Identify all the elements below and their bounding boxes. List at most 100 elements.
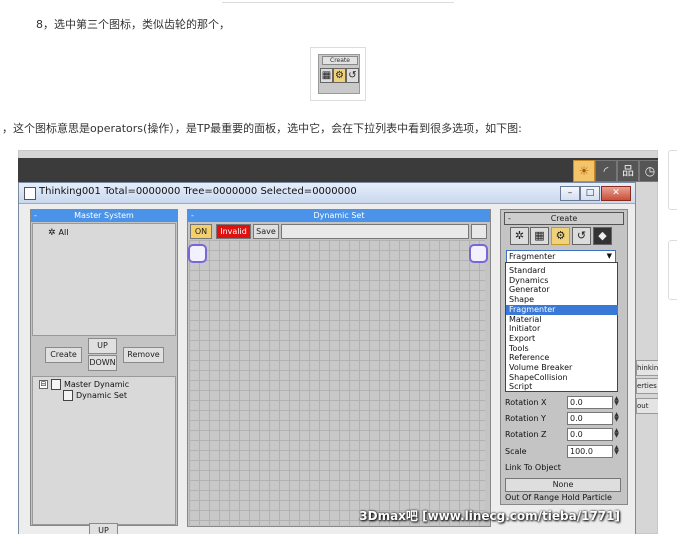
dynamic-set-extra-button[interactable] [471, 224, 487, 239]
right-port-node[interactable] [469, 244, 488, 263]
none-button[interactable]: None [505, 478, 621, 492]
window-titlebar: Thinking001 Total=0000000 Tree=0000000 S… [19, 183, 635, 204]
tree-item-label: Master Dynamic [64, 380, 130, 389]
rotation-z-label: Rotation Z [505, 430, 547, 439]
tool-icon[interactable]: ↺ [572, 227, 591, 245]
rotation-y-label: Rotation Y [505, 414, 546, 423]
link-to-object-label: Link To Object [505, 463, 561, 472]
spinner-icon[interactable]: ▲ ▼ [613, 445, 620, 456]
right-edge-tab [668, 150, 677, 210]
watermark: 3Dmax吧 [www.linecg.com/tieba/1771] [359, 509, 620, 523]
clock-icon[interactable]: ◷ [639, 160, 658, 182]
dynamic-set-title: Dynamic Set [313, 211, 365, 220]
save-button[interactable]: Save [253, 224, 279, 239]
out-of-range-label: Out Of Range Hold Particle [505, 493, 612, 502]
create-button[interactable]: Create [45, 347, 82, 363]
network-icon: ✲ [48, 228, 56, 238]
chevron-down-icon: ▼ [606, 252, 612, 260]
dropdown-option[interactable]: Script [506, 382, 618, 392]
close-button[interactable]: ✕ [601, 186, 631, 201]
dropdown-option[interactable]: ShapeCollision [506, 373, 618, 383]
left-port-node[interactable] [188, 244, 207, 263]
rotation-y-input[interactable]: 0.0 [567, 412, 613, 425]
grid-icon[interactable]: ▦ [530, 227, 549, 245]
top-divider [222, 0, 454, 3]
dropdown-option[interactable]: Tools [506, 344, 618, 354]
curve-icon[interactable]: ◜ [595, 160, 617, 182]
cube-icon[interactable]: ◆ [593, 227, 612, 245]
dynamic-set-panel: - Dynamic Set ON Invalid Save [187, 209, 491, 527]
rotation-x-label: Rotation X [505, 398, 547, 407]
folder-icon [51, 379, 61, 390]
dropdown-option[interactable]: Dynamics [506, 276, 618, 286]
dropdown-option[interactable]: Volume Breaker [506, 363, 618, 373]
master-system-title: Master System [74, 211, 134, 220]
window-title: Thinking001 Total=0000000 Tree=0000000 S… [39, 186, 357, 197]
create-panel-header[interactable]: - Create [504, 212, 624, 225]
background-label: erties [636, 378, 658, 394]
on-toggle[interactable]: ON [190, 224, 212, 239]
dropdown-option[interactable]: Reference [506, 353, 618, 363]
dropdown-option[interactable]: Fragmenter [506, 304, 618, 315]
create-panel-thumbnail: Create ▦ ⚙ ↺ [310, 47, 366, 101]
operator-options-list[interactable]: Standard Dynamics Generator Shape Fragmenter… [505, 262, 618, 392]
scale-input[interactable]: 100.0 [567, 445, 613, 458]
gear-icon[interactable]: ⚙ [551, 227, 570, 245]
network-icon[interactable]: ✲ [510, 227, 529, 245]
background-label: hinking [636, 360, 658, 376]
invalid-button[interactable]: Invalid [216, 224, 251, 239]
background-label: out [636, 398, 658, 414]
step-instruction: 8，选中第三个图标，类似齿轮的那个， [36, 18, 230, 31]
dropdown-option[interactable]: Material [506, 315, 618, 325]
dropdown-value: Fragmenter [509, 252, 556, 261]
right-edge-tab-lower [668, 240, 677, 300]
dynamic-tree[interactable]: ⊟ Master Dynamic Dynamic Set [32, 376, 176, 525]
down-button[interactable]: DOWN [88, 355, 117, 371]
thumbnail-gear-icon: ⚙ [333, 68, 346, 83]
maximize-button[interactable]: □ [580, 186, 600, 201]
tree-item-dynamic-set[interactable]: Dynamic Set [63, 390, 127, 401]
dropdown-option[interactable]: Initiator [506, 324, 618, 334]
thumbnail-title: Create [322, 56, 358, 65]
master-system-tree[interactable]: ✲ All [32, 223, 176, 336]
dropdown-option[interactable]: Export [506, 334, 618, 344]
thinking-particles-screenshot: ☀ ◜ 品 ◷ hinking erties out Thinking001 T… [18, 150, 658, 534]
up-button[interactable]: UP [88, 338, 117, 354]
spinner-icon[interactable]: ▲ ▼ [613, 396, 620, 407]
tree-item-label: All [58, 228, 69, 237]
dynamic-set-icon [63, 390, 73, 401]
rotation-x-input[interactable]: 0.0 [567, 396, 613, 409]
thinking-window: Thinking001 Total=0000000 Tree=0000000 S… [18, 182, 636, 534]
dropdown-option[interactable]: Generator [506, 285, 618, 295]
tree-item-label: Dynamic Set [76, 391, 127, 400]
thumbnail-tool-icon: ↺ [346, 68, 359, 83]
bottom-up-button[interactable]: UP [89, 523, 118, 534]
minimize-button[interactable]: – [560, 186, 580, 201]
master-system-header[interactable]: - Master System [31, 210, 177, 222]
master-system-panel: - Master System ✲ All Create UP DOWN Remo… [30, 209, 178, 526]
create-panel-title: Create [550, 214, 578, 223]
rotation-z-input[interactable]: 0.0 [567, 428, 613, 441]
collapse-toggle: - [508, 214, 511, 223]
thumbnail-grid-icon: ▦ [320, 68, 333, 83]
spinner-icon[interactable]: ▲ ▼ [613, 428, 620, 439]
document-icon [24, 187, 36, 200]
remove-button[interactable]: Remove [123, 347, 164, 363]
dropdown-option[interactable]: Shape [506, 295, 618, 305]
operators-description: ，这个图标意思是operators(操作），是TP最重要的面板，选中它，会在下拉… [2, 122, 522, 135]
max-command-toolbar: ☀ ◜ 品 ◷ [18, 158, 658, 182]
create-panel: - Create ✲ ▦ ⚙ ↺ ◆ Fragmenter ▼ Standard… [500, 209, 628, 505]
thumbnail-frame: Create ▦ ⚙ ↺ [318, 54, 360, 94]
tree-item-all[interactable]: ✲ All [48, 227, 68, 239]
tree-item-master-dynamic[interactable]: ⊟ Master Dynamic [39, 379, 129, 390]
sun-icon[interactable]: ☀ [573, 160, 595, 182]
collapse-toggle: - [191, 211, 194, 220]
spinner-icon[interactable]: ▲ ▼ [613, 412, 620, 423]
scale-label: Scale [505, 447, 527, 456]
node-editor-grid[interactable] [189, 240, 485, 525]
hierarchy-icon[interactable]: 品 [617, 160, 639, 182]
dynamic-set-header[interactable]: - Dynamic Set [188, 210, 490, 222]
collapse-icon[interactable]: ⊟ [39, 380, 48, 389]
dropdown-option[interactable]: Standard [506, 266, 618, 276]
dynamic-set-name-field[interactable] [281, 224, 469, 239]
